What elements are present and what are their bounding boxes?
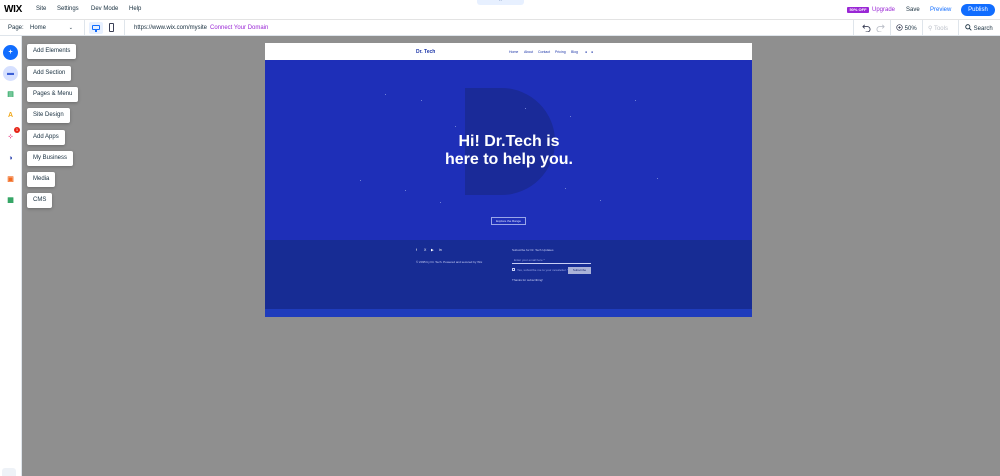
decor-dot — [385, 94, 386, 95]
subscribe-button[interactable]: Subscribe — [568, 267, 591, 274]
site-nav-home[interactable]: Home — [509, 50, 518, 54]
decor-dot — [455, 126, 456, 127]
apps-notification-badge: 1 — [14, 127, 20, 133]
newsletter-checkbox-label: Yes, subscribe me to your newsletter. * — [517, 268, 569, 272]
media-icon[interactable]: ▣ — [3, 172, 18, 187]
hero-title-line-2: here to help you. — [444, 151, 573, 168]
decor-dot — [657, 178, 658, 179]
page-selector[interactable]: Home ⌄ — [26, 22, 78, 33]
business-icon[interactable]: ◑ — [3, 151, 18, 166]
decor-dot — [570, 116, 571, 117]
site-canvas[interactable]: Dr. Tech Home About Contact Pricing Blog… — [265, 43, 752, 317]
connect-domain-link[interactable]: Connect Your Domain — [210, 25, 268, 31]
site-url: https://www.wix.com/mysite — [134, 25, 208, 31]
tools-icon: ⚲ — [928, 26, 933, 32]
page-label: Page: — [8, 25, 24, 31]
site-footer[interactable]: f X ▶ in © 2035 by Dr. Tech. Powered and… — [265, 240, 752, 309]
help-corner-tab[interactable] — [2, 468, 16, 476]
design-icon[interactable]: A — [3, 108, 18, 123]
decor-dot — [600, 200, 601, 201]
add-section-icon[interactable]: ▬ — [3, 66, 18, 81]
divider — [958, 20, 959, 36]
divider — [853, 20, 854, 36]
divider — [922, 20, 923, 36]
site-nav-about[interactable]: About — [524, 50, 533, 54]
decor-dot — [565, 188, 566, 189]
zoom-icon — [896, 24, 903, 31]
left-sidebar: + ▬ ▤ A ⁘ 1 ◑ ▣ ▦ — [0, 36, 22, 476]
x-icon[interactable]: X — [424, 248, 426, 252]
site-bottom-strip — [265, 309, 752, 317]
search-icon — [965, 24, 972, 31]
undo-icon[interactable] — [862, 23, 871, 32]
site-header[interactable]: Dr. Tech Home About Contact Pricing Blog… — [265, 43, 752, 60]
divider — [84, 20, 85, 36]
top-menubar: WIX Site Settings Dev Mode Help ⌃ 50% OF… — [0, 0, 1000, 20]
decor-dot — [405, 190, 406, 191]
promo-badge: 50% OFF — [847, 7, 869, 13]
tooltip-add-elements[interactable]: Add Elements — [27, 44, 77, 59]
account-icon[interactable]: ● — [591, 50, 593, 54]
chevron-down-icon: ⌄ — [68, 25, 73, 31]
save-button[interactable]: Save — [906, 7, 920, 13]
tools-button[interactable]: ⚲ Tools — [928, 25, 948, 32]
site-nav-contact[interactable]: Contact — [538, 50, 550, 54]
menu-settings[interactable]: Settings — [57, 6, 79, 12]
page-selector-value: Home — [30, 25, 47, 31]
decor-dot — [440, 202, 441, 203]
subscribe-heading: Subscribe for Dr. Tech Updates — [512, 248, 554, 252]
search-button[interactable]: Search — [965, 24, 993, 32]
tooltip-add-apps[interactable]: Add Apps — [27, 130, 65, 145]
tooltip-add-section[interactable]: Add Section — [27, 66, 72, 81]
mobile-view-icon[interactable] — [109, 23, 114, 32]
decor-dot — [421, 100, 422, 101]
site-logo[interactable]: Dr. Tech — [416, 49, 435, 55]
site-nav-blog[interactable]: Blog — [571, 50, 578, 54]
newsletter-email-field[interactable]: Enter your email here * — [512, 257, 591, 264]
decor-dot — [635, 100, 636, 101]
hero-title-line-1: Hi! Dr.Tech is — [458, 133, 560, 150]
tooltip-cms[interactable]: CMS — [27, 193, 53, 208]
decor-dot — [360, 180, 361, 181]
desktop-view-icon[interactable] — [89, 22, 103, 34]
pages-icon[interactable]: ▤ — [3, 87, 18, 102]
preview-button[interactable]: Preview — [930, 7, 951, 13]
zoom-value: 50% — [904, 26, 917, 32]
facebook-icon[interactable]: f — [416, 248, 417, 252]
cms-icon[interactable]: ▦ — [3, 193, 18, 208]
tools-label: Tools — [933, 26, 948, 32]
site-nav-pricing[interactable]: Pricing — [555, 50, 566, 54]
cart-icon[interactable]: ● — [585, 50, 587, 54]
add-elements-icon[interactable]: + — [3, 45, 18, 60]
menu-help[interactable]: Help — [129, 6, 141, 12]
youtube-icon[interactable]: ▶ — [431, 248, 434, 252]
linkedin-icon[interactable]: in — [439, 248, 442, 252]
editor-toolbar: Page: Home ⌄ https://www.wix.com/mysite … — [0, 20, 1000, 36]
footer-copyright: © 2035 by Dr. Tech. Powered and secured … — [416, 260, 483, 264]
decor-dot — [525, 108, 526, 109]
hero-cta-button[interactable]: Explore the Range — [491, 217, 526, 225]
hero-section[interactable]: Hi! Dr.Tech is here to help you. Explore… — [265, 60, 752, 240]
divider — [890, 20, 891, 36]
upgrade-link[interactable]: Upgrade — [872, 7, 895, 13]
newsletter-checkbox[interactable] — [512, 268, 515, 271]
menu-site[interactable]: Site — [36, 6, 46, 12]
menu-dev-mode[interactable]: Dev Mode — [91, 6, 118, 12]
redo-icon[interactable] — [876, 23, 885, 32]
collapse-toolbar-tab[interactable]: ⌃ — [477, 0, 524, 5]
zoom-control[interactable]: 50% — [896, 24, 917, 32]
hero-title[interactable]: Hi! Dr.Tech is here to help you. — [395, 133, 623, 169]
tooltip-my-business[interactable]: My Business — [27, 151, 74, 166]
wix-logo[interactable]: WIX — [4, 4, 22, 15]
divider — [124, 20, 125, 36]
subscribe-thanks-text: Thanks for subscribing! — [512, 278, 544, 282]
publish-button[interactable]: Publish — [961, 4, 995, 16]
tooltip-media[interactable]: Media — [27, 172, 56, 187]
search-label: Search — [973, 26, 993, 32]
tooltip-pages-menu[interactable]: Pages & Menu — [27, 87, 79, 102]
tooltip-site-design[interactable]: Site Design — [27, 108, 70, 123]
